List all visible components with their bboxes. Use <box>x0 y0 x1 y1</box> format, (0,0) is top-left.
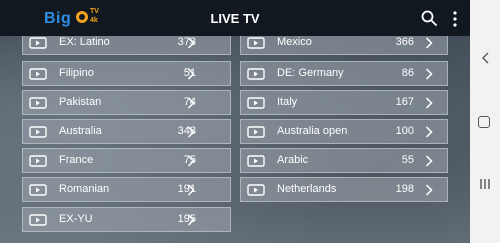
chevron-right-icon <box>425 68 433 80</box>
chevron-right-icon <box>425 126 433 138</box>
channel-category-grid: EX: Latino 373 Filipino 51 Pakistan 74 Austral… <box>0 36 470 243</box>
tv-icon <box>29 68 47 80</box>
category-channel-count: 198 <box>395 183 414 195</box>
more-vertical-icon[interactable] <box>452 11 458 27</box>
chevron-right-icon <box>425 97 433 109</box>
category-row[interactable]: France 75 <box>22 148 231 173</box>
category-name: Italy <box>277 96 298 108</box>
tv-icon <box>29 126 47 138</box>
tv-icon <box>29 184 47 196</box>
home-nav-icon[interactable] <box>478 116 490 128</box>
category-name: France <box>59 154 94 166</box>
category-row[interactable]: Pakistan 74 <box>22 90 231 115</box>
chevron-right-icon <box>187 68 195 80</box>
category-channel-count: 100 <box>395 125 414 137</box>
chevron-right-icon <box>425 37 433 49</box>
category-row[interactable]: EX: Latino 373 <box>22 36 231 55</box>
category-channel-count: 366 <box>395 36 414 48</box>
category-name: Mexico <box>277 36 312 48</box>
chevron-right-icon <box>187 214 195 226</box>
category-row[interactable]: Italy 167 <box>240 90 448 115</box>
category-row[interactable]: Romanian 191 <box>22 177 231 202</box>
tv-icon <box>29 155 47 167</box>
back-nav-icon[interactable] <box>481 52 489 64</box>
category-name: EX: Latino <box>59 36 110 48</box>
chevron-right-icon <box>187 37 195 49</box>
category-name: Pakistan <box>59 96 102 108</box>
category-name: Australia <box>59 125 102 137</box>
chevron-right-icon <box>187 155 195 167</box>
tv-icon <box>247 184 265 196</box>
chevron-right-icon <box>425 155 433 167</box>
category-row[interactable]: Mexico 366 <box>240 36 448 55</box>
category-name: Arabic <box>277 154 309 166</box>
category-channel-count: 55 <box>401 154 414 166</box>
category-name: DE: Germany <box>277 67 344 79</box>
search-icon[interactable] <box>421 10 437 26</box>
category-row[interactable]: Arabic 55 <box>240 148 448 173</box>
chevron-right-icon <box>187 126 195 138</box>
category-name: Romanian <box>59 183 110 195</box>
recent-apps-nav-icon[interactable] <box>479 178 491 190</box>
category-row[interactable]: EX-YU 195 <box>22 207 231 232</box>
category-channel-count: 86 <box>401 67 414 79</box>
tv-icon <box>29 214 47 226</box>
tv-icon <box>247 37 265 49</box>
category-channel-count: 167 <box>395 96 414 108</box>
category-row[interactable]: Netherlands 198 <box>240 177 448 202</box>
tv-icon <box>247 126 265 138</box>
tv-icon <box>29 37 47 49</box>
system-navigation-bar <box>470 0 500 243</box>
tv-icon <box>247 155 265 167</box>
page-title: LIVE TV <box>210 11 260 26</box>
tv-icon <box>29 97 47 109</box>
chevron-right-icon <box>187 184 195 196</box>
app-header: Big TV 4k LIVE TV <box>0 0 470 36</box>
category-name: EX-YU <box>59 213 93 225</box>
category-name: Netherlands <box>277 183 337 195</box>
chevron-right-icon <box>187 97 195 109</box>
category-row[interactable]: DE: Germany 86 <box>240 61 448 86</box>
category-row[interactable]: Australia open 100 <box>240 119 448 144</box>
category-row[interactable]: Filipino 51 <box>22 61 231 86</box>
tv-icon <box>247 68 265 80</box>
category-name: Filipino <box>59 67 94 79</box>
category-name: Australia open <box>277 125 348 137</box>
chevron-right-icon <box>425 184 433 196</box>
tv-icon <box>247 97 265 109</box>
category-row[interactable]: Australia 348 <box>22 119 231 144</box>
